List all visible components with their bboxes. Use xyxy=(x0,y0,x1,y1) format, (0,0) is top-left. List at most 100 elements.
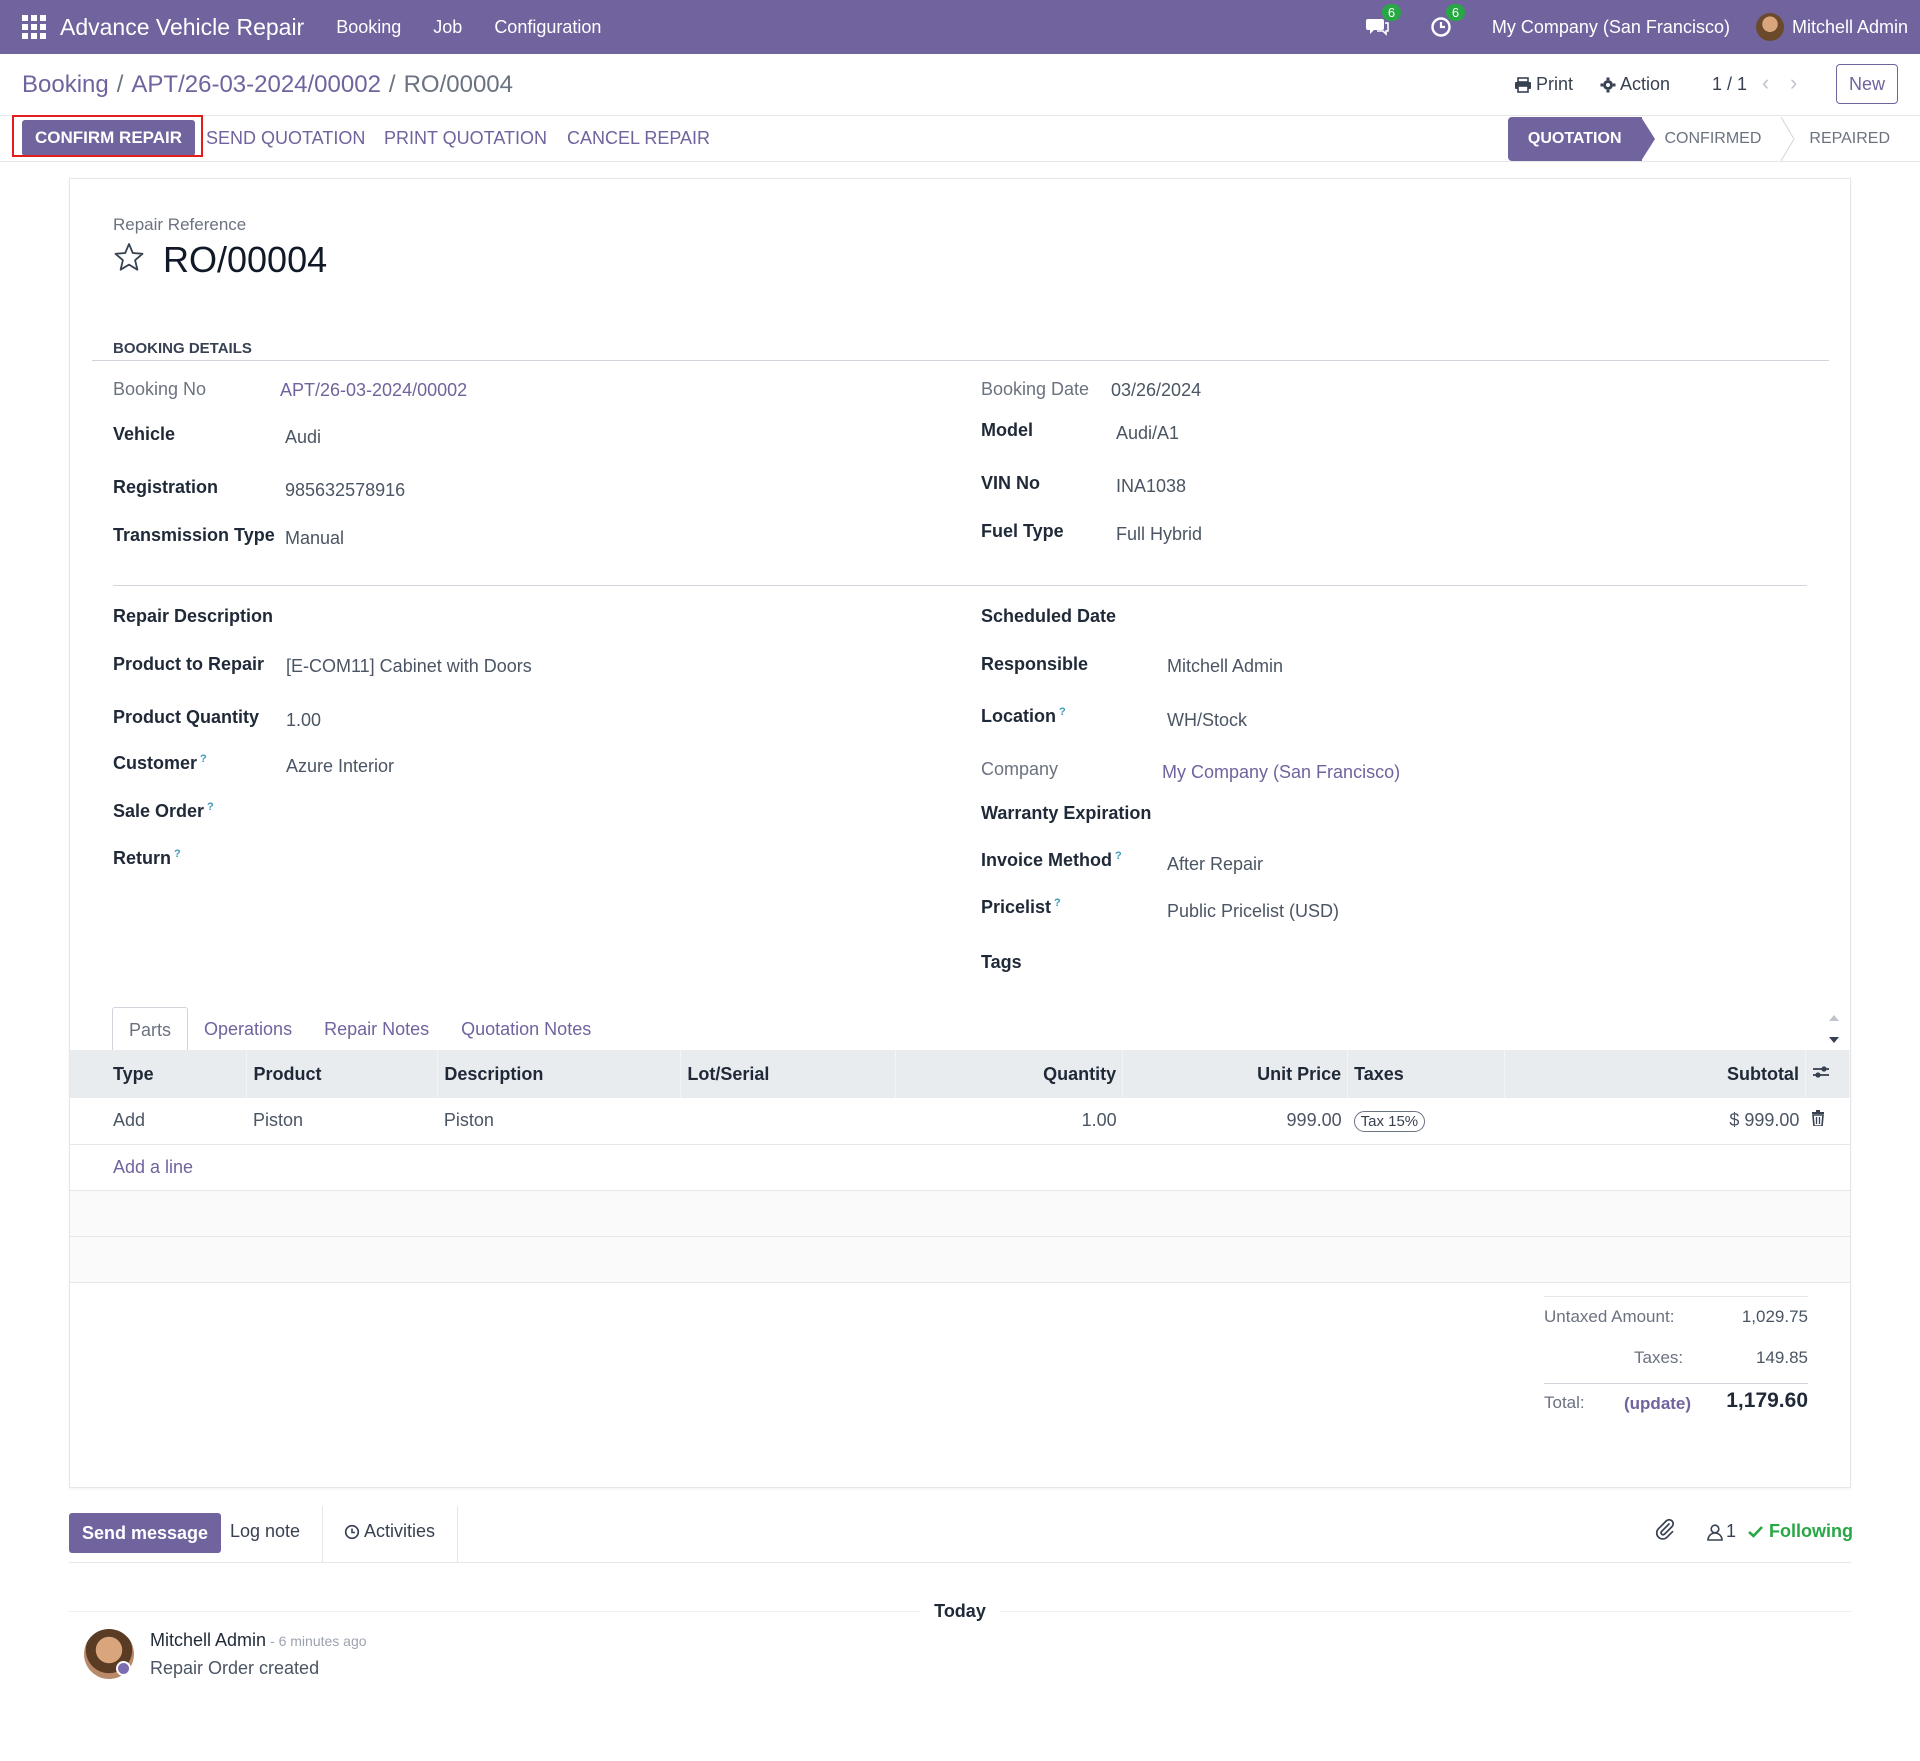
company-link[interactable]: My Company (San Francisco) xyxy=(1162,762,1400,783)
scroll-arrows-icon[interactable] xyxy=(1826,1011,1842,1047)
tags-label: Tags xyxy=(981,952,1022,972)
cell-unit-price[interactable]: 999.00 xyxy=(1122,1098,1348,1145)
stage-repaired[interactable]: REPAIRED xyxy=(1795,117,1896,161)
empty-row xyxy=(70,1190,1850,1237)
chatter-rule xyxy=(69,1562,1851,1563)
product-to-repair-field[interactable]: [E-COM11] Cabinet with Doors xyxy=(286,656,532,677)
booking-no-link[interactable]: APT/26-03-2024/00002 xyxy=(280,380,467,401)
messages-button[interactable]: 6 xyxy=(1365,4,1402,38)
trash-icon xyxy=(1812,1110,1825,1128)
chatter-divider xyxy=(322,1506,323,1562)
paperclip-icon[interactable] xyxy=(1655,1518,1675,1540)
sale-order-label: Sale Order? xyxy=(113,801,214,821)
star-icon[interactable] xyxy=(113,241,145,273)
taxes-amount: 149.85 xyxy=(1756,1348,1808,1367)
following-button[interactable]: Following xyxy=(1748,1521,1853,1542)
tab-repair-notes[interactable]: Repair Notes xyxy=(308,1007,445,1051)
log-note-button[interactable]: Log note xyxy=(230,1521,300,1542)
message-author[interactable]: Mitchell Admin xyxy=(150,1630,266,1650)
app-menu-icon[interactable] xyxy=(22,15,46,39)
transmission-field[interactable]: Manual xyxy=(285,528,344,549)
followers-button[interactable]: 1 xyxy=(1706,1521,1736,1542)
registration-field[interactable]: 985632578916 xyxy=(285,480,405,501)
invoice-method-field[interactable]: After Repair xyxy=(1167,854,1263,875)
user-avatar[interactable] xyxy=(1755,13,1784,41)
company-switcher[interactable]: My Company (San Francisco) xyxy=(1492,17,1730,38)
cell-taxes[interactable]: Tax 15% xyxy=(1347,1098,1505,1145)
chatter-divider xyxy=(457,1506,458,1562)
tab-operations[interactable]: Operations xyxy=(188,1007,308,1051)
stage-arrow xyxy=(1640,117,1655,161)
vin-field[interactable]: INA1038 xyxy=(1116,476,1186,497)
send-quotation-button[interactable]: SEND QUOTATION xyxy=(206,128,365,149)
col-quantity[interactable]: Quantity xyxy=(895,1050,1124,1098)
top-navbar: Advance Vehicle Repair Booking Job Confi… xyxy=(0,0,1920,54)
customer-field[interactable]: Azure Interior xyxy=(286,756,394,777)
customer-label: Customer? xyxy=(113,753,207,773)
col-subtotal[interactable]: Subtotal xyxy=(1504,1050,1806,1098)
new-button[interactable]: New xyxy=(1836,64,1898,104)
menu-configuration[interactable]: Configuration xyxy=(494,17,601,38)
product-to-repair-label: Product to Repair xyxy=(113,654,265,674)
send-message-button[interactable]: Send message xyxy=(69,1513,222,1553)
product-quantity-field[interactable]: 1.00 xyxy=(286,710,321,731)
print-button[interactable]: Print xyxy=(1514,74,1573,95)
tab-quotation-notes[interactable]: Quotation Notes xyxy=(445,1007,607,1051)
highlight-box xyxy=(12,115,203,157)
model-field[interactable]: Audi/A1 xyxy=(1116,423,1179,444)
status-stages: QUOTATION CONFIRMED REPAIRED xyxy=(1507,116,1896,162)
model-label: Model xyxy=(981,420,1033,440)
fuel-label: Fuel Type xyxy=(981,521,1064,541)
stage-confirmed[interactable]: CONFIRMED xyxy=(1655,117,1782,161)
cell-quantity[interactable]: 1.00 xyxy=(895,1098,1123,1145)
col-product[interactable]: Product xyxy=(246,1050,439,1098)
cell-lot[interactable] xyxy=(680,1098,896,1145)
tax-badge: Tax 15% xyxy=(1353,1111,1426,1133)
breadcrumb-booking-ref[interactable]: APT/26-03-2024/00002 xyxy=(131,71,381,98)
menu-booking[interactable]: Booking xyxy=(336,17,401,38)
messages-badge: 6 xyxy=(1381,4,1402,21)
optional-columns-toggle[interactable] xyxy=(1805,1050,1851,1098)
col-taxes[interactable]: Taxes xyxy=(1347,1050,1506,1098)
pager-previous-icon[interactable]: ‹ xyxy=(1762,70,1769,96)
vehicle-field[interactable]: Audi xyxy=(285,427,321,448)
pager-value[interactable]: 1 / 1 xyxy=(1712,74,1747,95)
registration-label: Registration xyxy=(113,477,219,497)
responsible-field[interactable]: Mitchell Admin xyxy=(1167,656,1283,677)
online-status-dot xyxy=(116,1661,131,1676)
gear-icon xyxy=(1600,77,1616,92)
col-type[interactable]: Type xyxy=(70,1050,248,1098)
activities-button[interactable]: Activities xyxy=(344,1521,435,1542)
breadcrumb-booking[interactable]: Booking xyxy=(22,71,109,98)
tab-parts[interactable]: Parts xyxy=(112,1007,189,1051)
delete-line-button[interactable] xyxy=(1805,1098,1850,1145)
chatter: Send message Log note Activities 1 Follo… xyxy=(0,1504,1920,1761)
pager-next-icon[interactable]: › xyxy=(1790,70,1797,96)
cell-type[interactable]: Add xyxy=(70,1098,247,1145)
menu-job[interactable]: Job xyxy=(433,17,462,38)
app-title[interactable]: Advance Vehicle Repair xyxy=(60,14,304,41)
activities-button[interactable]: 6 xyxy=(1430,4,1466,38)
invoice-method-label: Invoice Method? xyxy=(981,850,1122,870)
cell-description[interactable]: Piston xyxy=(437,1098,681,1145)
col-description[interactable]: Description xyxy=(437,1050,682,1098)
col-lot-serial[interactable]: Lot/Serial xyxy=(680,1050,897,1098)
table-row[interactable]: Add Piston Piston 1.00 999.00 Tax 15% $ … xyxy=(70,1098,1850,1145)
totals-rule xyxy=(1544,1383,1808,1384)
cell-product[interactable]: Piston xyxy=(246,1098,438,1145)
action-button[interactable]: Action xyxy=(1600,74,1670,95)
booking-date-field: 03/26/2024 xyxy=(1111,380,1202,400)
pricelist-field[interactable]: Public Pricelist (USD) xyxy=(1167,901,1339,922)
cancel-repair-button[interactable]: CANCEL REPAIR xyxy=(567,128,710,149)
fuel-field[interactable]: Full Hybrid xyxy=(1116,524,1202,545)
location-field[interactable]: WH/Stock xyxy=(1167,710,1247,731)
booking-date-label: Booking Date xyxy=(981,379,1090,399)
stage-quotation[interactable]: QUOTATION xyxy=(1507,117,1642,161)
update-totals-link[interactable]: (update) xyxy=(1624,1394,1691,1414)
responsible-label: Responsible xyxy=(981,654,1089,674)
add-line-link[interactable]: Add a line xyxy=(113,1157,193,1177)
col-unit-price[interactable]: Unit Price xyxy=(1122,1050,1349,1098)
followers-count: 1 xyxy=(1726,1521,1737,1541)
print-quotation-button[interactable]: PRINT QUOTATION xyxy=(384,128,547,149)
user-menu[interactable]: Mitchell Admin xyxy=(1792,17,1908,38)
